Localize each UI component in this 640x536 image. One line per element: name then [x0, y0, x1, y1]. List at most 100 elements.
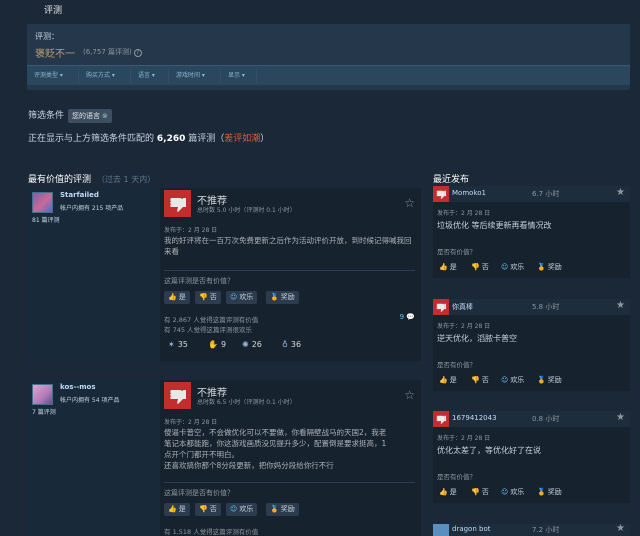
funny-button[interactable]: ☺ 欢乐 [501, 487, 524, 497]
author-games[interactable]: 帐户内拥有 215 项产品 [60, 203, 123, 212]
funny-button[interactable]: ☺ 欢乐 [226, 503, 258, 516]
award-icon: 🏅 [270, 505, 279, 513]
star-icon[interactable]: ☆ [404, 196, 415, 210]
filter-bar: 评测类型 购买方式 语言 游戏时间 显示 [27, 65, 630, 85]
author-name[interactable]: Momoko1 [452, 189, 486, 197]
page-title: 评测 [44, 6, 63, 16]
no-button[interactable]: 👎 否 [195, 291, 221, 304]
no-label: 否 [209, 505, 217, 513]
funny-button[interactable]: ☺ 欢乐 [501, 375, 524, 385]
award-item[interactable]: ✶ 35 [168, 340, 188, 349]
no-button[interactable]: 👎 否 [471, 487, 489, 497]
award-item[interactable]: ♁ 36 [282, 340, 301, 349]
award-label: 奖励 [547, 488, 562, 496]
filter-review-type[interactable]: 评测类型 [27, 69, 79, 83]
thumbs-down-icon: 👎 [471, 263, 480, 271]
award-item[interactable]: ✺ 26 [242, 340, 262, 349]
hours-played: 总时数 6.5 小时（评测时 0.1 小时） [197, 399, 296, 406]
star-icon[interactable]: ★ [616, 523, 625, 534]
smile-icon: ☺ [501, 263, 509, 271]
author-review-count[interactable]: 81 篇评测 [32, 215, 60, 224]
award-icon: 🏅 [537, 488, 546, 496]
author-name[interactable]: Starfailed [60, 191, 99, 199]
star-icon[interactable]: ★ [616, 300, 625, 311]
author-review-count[interactable]: 7 篇评测 [32, 407, 56, 416]
help-icon[interactable]: ? [133, 49, 142, 57]
comments[interactable]: 9 💬 [400, 313, 415, 321]
star-icon[interactable]: ☆ [404, 388, 415, 402]
star-icon[interactable]: ★ [616, 412, 625, 423]
award-label: 奖励 [547, 376, 562, 384]
yes-label: 是 [178, 293, 186, 301]
summary-value[interactable]: 褒贬不一 [35, 45, 75, 60]
award-item[interactable]: ✋ 9 [208, 340, 226, 349]
hours-played: 6.7 小时 [532, 190, 560, 198]
review-body: 不推荐 总时数 5.0 小时（评测时 0.1 小时） ☆ 发布于：2 月 28 … [164, 188, 421, 361]
award-button[interactable]: 🏅 奖励 [537, 487, 562, 497]
recent-review-card: Momoko1 6.7 小时 ★ 发布于：2 月 28 日 垃圾优化 等后续更新… [433, 186, 630, 278]
avatar[interactable] [32, 384, 53, 405]
posted-date: 发布于：2 月 28 日 [437, 323, 491, 330]
award-button[interactable]: 🏅 奖励 [266, 503, 299, 516]
helpful-question: 是否有价值？ [437, 473, 476, 481]
award-button[interactable]: 🏅 奖励 [537, 262, 562, 272]
author-games[interactable]: 帐户内拥有 54 项产品 [60, 395, 119, 404]
yes-button[interactable]: 👍 是 [439, 487, 457, 497]
yes-button[interactable]: 👍 是 [164, 291, 190, 304]
filter-purchase-type[interactable]: 购买方式 [79, 69, 131, 83]
award-button[interactable]: 🏅 奖励 [537, 375, 562, 385]
filter-playtime[interactable]: 游戏时间 [169, 69, 221, 83]
author-name[interactable]: kos--mos [60, 383, 96, 391]
funny-button[interactable]: ☺ 欢乐 [501, 262, 524, 272]
no-button[interactable]: 👎 否 [471, 262, 489, 272]
award-tongue-icon: ✺ [242, 340, 249, 349]
no-button[interactable]: 👎 否 [471, 375, 489, 385]
thumbs-down-icon [164, 190, 191, 217]
filter-tag-language[interactable]: 您的语言 ⊗ [68, 109, 112, 123]
avatar[interactable] [32, 192, 53, 213]
review-text: 垃圾优化 等后续更新再看情况改 [437, 221, 552, 230]
recent-review-card: dragon bot 7.2 小时 ★ [433, 523, 630, 536]
filter-display[interactable]: 显示 [221, 69, 257, 83]
close-icon[interactable]: ⊗ [102, 112, 108, 120]
showing-prefix: 正在显示与上方筛选条件匹配的 [28, 134, 155, 144]
awards-row: ✶ 35 ✋ 9 ✺ 26 ♁ 36 [164, 340, 364, 356]
funny-label: 欢乐 [510, 263, 525, 271]
smile-icon: ☺ [501, 376, 509, 384]
helpful-question: 这篇评测是否有价值？ [164, 489, 234, 497]
divider [164, 270, 415, 271]
yes-button[interactable]: 👍 是 [439, 262, 457, 272]
author-name[interactable]: dragon bot [452, 525, 490, 533]
star-icon[interactable]: ★ [616, 187, 625, 198]
rating-link[interactable]: 差评如潮 [224, 134, 260, 144]
yes-label: 是 [449, 263, 457, 271]
thumbs-down-icon [433, 186, 449, 202]
recent-header: 1679412043 0.8 小时 ★ [433, 411, 630, 427]
posted-date: 发布于：2 月 28 日 [164, 227, 218, 234]
yes-label: 是 [449, 376, 457, 384]
award-wings-icon: ✶ [168, 340, 175, 349]
thumbs-up-icon [433, 524, 449, 536]
award-icon: 🏅 [270, 293, 279, 301]
thumbs-up-icon: 👍 [439, 263, 448, 271]
author-name[interactable]: 1679412043 [452, 414, 497, 422]
award-hand-icon: ✋ [208, 340, 218, 349]
thumbs-up-icon: 👍 [168, 505, 177, 513]
filter-language[interactable]: 语言 [131, 69, 169, 83]
award-count: 36 [290, 340, 302, 349]
posted-date: 发布于：2 月 28 日 [437, 435, 491, 442]
no-label: 否 [481, 376, 489, 384]
author-name[interactable]: 你真棒 [452, 302, 473, 312]
showing-text: 正在显示与上方筛选条件匹配的 6,260 篇评测（差评如潮） [28, 131, 269, 144]
award-label: 奖励 [280, 505, 295, 513]
summary-label: 评测： [35, 32, 59, 41]
funny-button[interactable]: ☺ 欢乐 [226, 291, 258, 304]
no-label: 否 [481, 263, 489, 271]
award-button[interactable]: 🏅 奖励 [266, 291, 299, 304]
posted-date: 发布于：2 月 28 日 [437, 210, 491, 217]
yes-button[interactable]: 👍 是 [439, 375, 457, 385]
funny-label: 欢乐 [510, 488, 525, 496]
yes-button[interactable]: 👍 是 [164, 503, 190, 516]
hours-played: 7.2 小时 [532, 526, 560, 534]
no-button[interactable]: 👎 否 [195, 503, 221, 516]
